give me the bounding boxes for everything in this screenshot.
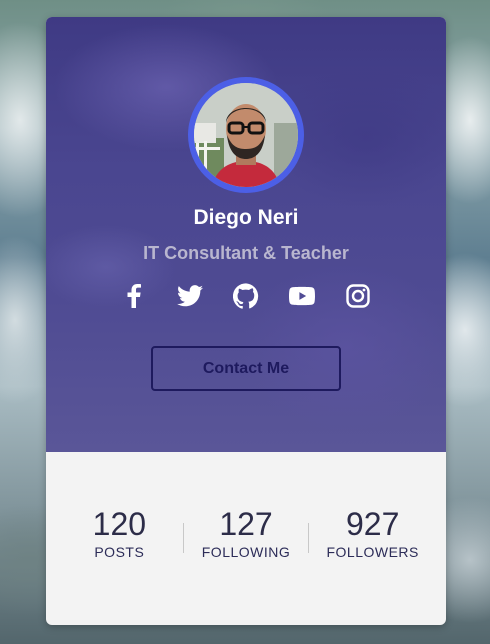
stat-label: POSTS [94,544,145,561]
facebook-link[interactable] [121,283,147,309]
github-link[interactable] [233,283,259,309]
profile-card: Diego Neri IT Consultant & Teacher Conta… [46,17,446,625]
profile-name: Diego Neri [193,206,299,229]
profile-stats: 120 POSTS 127 FOLLOWING 927 FOLLOWERS [46,506,446,577]
avatar-ring [188,77,304,193]
profile-role: IT Consultant & Teacher [143,243,349,263]
stat-label: FOLLOWERS [326,544,419,561]
instagram-icon [346,284,370,308]
social-links [46,283,446,313]
contact-me-button[interactable]: Contact Me [151,346,341,391]
stat-value: 120 [92,506,147,542]
stat-divider [182,523,184,553]
stat-followers: 927 FOLLOWERS [309,506,436,577]
stat-label: FOLLOWING [201,544,291,561]
profile-header: Diego Neri IT Consultant & Teacher Conta… [46,17,446,452]
youtube-icon [289,286,315,306]
facebook-icon [127,284,141,308]
stat-value: 127 [219,506,273,542]
avatar [194,83,298,187]
stat-value: 927 [345,506,400,542]
twitter-link[interactable] [177,283,203,309]
twitter-icon [177,285,203,307]
stat-posts: 120 POSTS [56,506,183,577]
stat-following: 127 FOLLOWING [182,506,310,577]
instagram-link[interactable] [345,283,371,309]
github-icon [233,283,259,309]
youtube-link[interactable] [289,283,315,309]
